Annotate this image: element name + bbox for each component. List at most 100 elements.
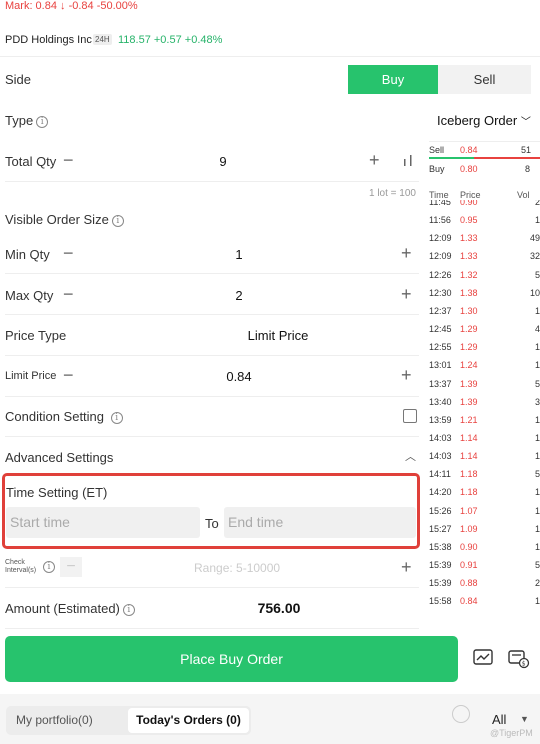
max-qty-label: Max Qty — [5, 288, 54, 303]
tape-header-vol: Vol — [517, 190, 530, 200]
tape-row: 15:58 0.84 1 — [429, 594, 540, 611]
buy-button[interactable]: Buy — [348, 65, 438, 94]
tape-volume: 1 — [534, 432, 540, 443]
tape-row: 14:03 1.14 1 — [429, 431, 540, 448]
tape-price: 1.18 — [460, 487, 478, 498]
tape-row: 12:09 1.33 49 — [429, 231, 540, 248]
tape-time: 13:59 — [429, 414, 452, 425]
type-label-wrap: Type i — [5, 113, 49, 128]
min-qty-decrease-button[interactable]: − — [63, 244, 74, 262]
total-qty-increase-button[interactable]: + — [369, 151, 380, 169]
bid-price[interactable]: 0.80 — [460, 164, 478, 174]
condition-setting-checkbox[interactable] — [403, 409, 417, 423]
to-label: To — [205, 516, 219, 531]
filter-all-select[interactable]: All — [492, 712, 506, 727]
total-qty-decrease-button[interactable]: − — [63, 151, 74, 169]
tape-volume: 2 — [534, 578, 540, 589]
tape-time: 12:45 — [429, 324, 452, 335]
tape-row: 15:26 1.07 1 — [429, 504, 540, 521]
price-type-select[interactable]: Limit Price — [228, 328, 328, 343]
tape-row: 11:45 0.90 2 — [429, 200, 540, 212]
end-time-input[interactable]: End time — [224, 507, 416, 538]
check-interval-decrease-button[interactable]: − — [60, 557, 82, 577]
limit-price-decrease-button[interactable]: − — [63, 366, 74, 384]
visible-order-size-wrap: Visible Order Size i — [5, 212, 124, 227]
tape-row: 13:59 1.21 1 — [429, 413, 540, 430]
info-icon[interactable]: i — [43, 561, 55, 573]
check-interval-increase-button[interactable]: + — [401, 558, 412, 576]
tape-price: 1.14 — [460, 432, 478, 443]
order-book-icon[interactable]: $ — [508, 649, 530, 669]
advanced-settings-label[interactable]: Advanced Settings — [5, 450, 113, 465]
amount-label: Amount (Estimated) — [5, 601, 120, 616]
tab-my-portfolio[interactable]: My portfolio(0) — [16, 713, 93, 727]
tape-price: 1.38 — [460, 287, 478, 298]
tape-price: 0.90 — [460, 200, 478, 207]
tape-volume: 1 — [534, 360, 540, 371]
tape-header-time: Time — [429, 190, 449, 200]
tape-time: 15:39 — [429, 578, 452, 589]
check-interval-input[interactable]: Range: 5-10000 — [194, 561, 280, 575]
total-qty-input[interactable]: 9 — [180, 154, 266, 169]
tape-row: 14:20 1.18 1 — [429, 485, 540, 502]
max-qty-increase-button[interactable]: + — [401, 285, 412, 303]
tape-price: 1.30 — [460, 305, 478, 316]
tape-row: 12:09 1.33 32 — [429, 249, 540, 266]
max-qty-decrease-button[interactable]: − — [63, 285, 74, 303]
info-icon[interactable]: i — [110, 411, 123, 424]
chevron-up-icon[interactable]: ︿ — [405, 448, 416, 464]
min-qty-input[interactable]: 1 — [196, 247, 282, 262]
tape-volume: 2 — [534, 200, 540, 207]
order-type-select[interactable]: Iceberg Order ﹀ — [437, 113, 531, 128]
tape-row: 12:30 1.38 10 — [429, 286, 540, 303]
tape-time: 15:38 — [429, 541, 452, 552]
tape-time: 13:01 — [429, 360, 452, 371]
tape-volume: 1 — [534, 523, 540, 534]
tape-volume: 1 — [534, 215, 540, 226]
tape-time: 12:30 — [429, 287, 452, 298]
ask-price[interactable]: 0.84 — [460, 145, 478, 155]
start-time-input[interactable]: Start time — [6, 507, 200, 538]
place-buy-order-button[interactable]: Place Buy Order — [5, 636, 458, 682]
amount-wrap: Amount (Estimated) i — [5, 601, 135, 616]
tape-volume: 5 — [534, 378, 540, 389]
tape-price: 1.33 — [460, 233, 478, 244]
info-icon[interactable]: i — [36, 115, 49, 128]
tape-price: 1.24 — [460, 360, 478, 371]
tape-price: 1.09 — [460, 523, 478, 534]
stock-name[interactable]: PDD Holdings Inc — [5, 34, 92, 46]
tape-volume: 3 — [534, 396, 540, 407]
tape-header-price: Price — [460, 190, 481, 200]
limit-price-increase-button[interactable]: + — [401, 366, 412, 384]
tape-time: 12:26 — [429, 269, 452, 280]
info-icon[interactable]: i — [122, 603, 135, 616]
tab-todays-orders[interactable]: Today's Orders (0) — [128, 708, 249, 733]
tape-row: 14:03 1.14 1 — [429, 449, 540, 466]
mark-price-text: Mark: 0.84 ↓ -0.84 -50.00% — [5, 0, 138, 12]
tape-row: 13:37 1.39 5 — [429, 377, 540, 394]
tape-row: 15:39 0.91 5 — [429, 558, 540, 575]
tape-time: 13:37 — [429, 378, 452, 389]
watermark-text: @TigerPM — [490, 728, 533, 738]
chart-icon[interactable] — [473, 649, 493, 667]
ask-volume: 51 — [521, 145, 532, 155]
tape-volume: 1 — [534, 541, 540, 552]
tape-row: 15:38 0.90 1 — [429, 540, 540, 557]
tape-row: 15:27 1.09 1 — [429, 522, 540, 539]
max-qty-input[interactable]: 2 — [196, 288, 282, 303]
limit-price-input[interactable]: 0.84 — [196, 369, 282, 384]
tape-volume: 1 — [534, 487, 540, 498]
sell-button[interactable]: Sell — [438, 65, 531, 94]
total-qty-label: Total Qty — [5, 154, 57, 169]
min-qty-increase-button[interactable]: + — [401, 244, 412, 262]
tape-volume: 1 — [534, 342, 540, 353]
time-and-sales-list[interactable]: 11:45 0.90 2 11:56 0.95 1 12:09 1.33 49 12:09 1.33… — [429, 200, 540, 621]
min-qty-label: Min Qty — [5, 247, 50, 262]
tape-row: 13:01 1.24 1 — [429, 358, 540, 375]
tape-price: 1.33 — [460, 251, 478, 262]
info-icon[interactable]: i — [111, 214, 124, 227]
lot-toggle-icon[interactable] — [400, 153, 416, 167]
bid-bar — [429, 157, 474, 159]
order-type-value: Iceberg Order — [437, 113, 518, 128]
session-badge: 24H — [93, 34, 112, 45]
